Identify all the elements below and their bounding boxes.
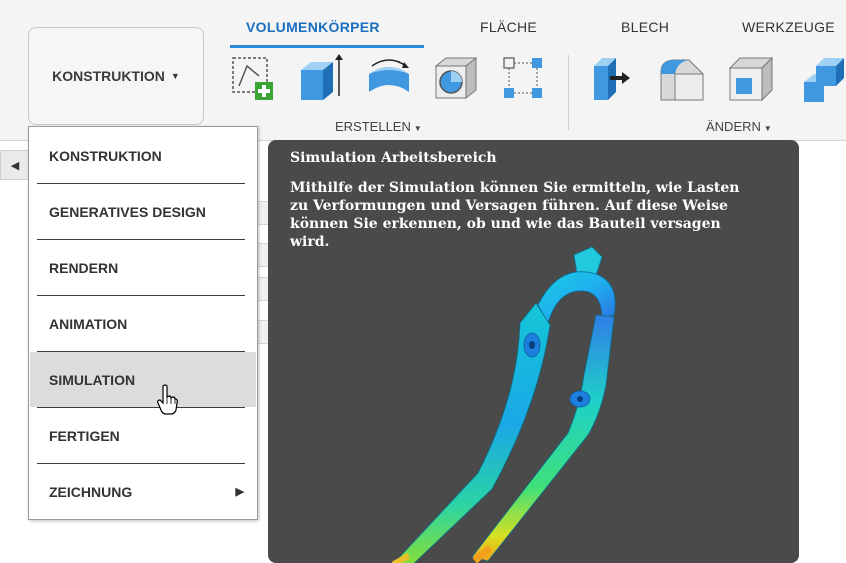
tooltip-title: Simulation Arbeitsbereich bbox=[290, 150, 497, 166]
press-pull-icon[interactable] bbox=[588, 52, 638, 106]
chevron-down-icon: ▼ bbox=[413, 124, 422, 133]
extrude-icon[interactable] bbox=[295, 52, 345, 106]
tooltip-description: Mithilfe der Simulation können Sie ermit… bbox=[290, 180, 740, 250]
menu-item-label: FERTIGEN bbox=[49, 427, 120, 444]
menu-item-label: ZEICHNUNG bbox=[49, 483, 133, 500]
revolve-icon[interactable] bbox=[364, 52, 414, 106]
stress-simulation-fork-image bbox=[391, 246, 616, 563]
tab-werkzeuge[interactable]: WERKZEUGE bbox=[742, 19, 835, 35]
group-aendern-label: ÄNDERN bbox=[706, 119, 761, 134]
combine-icon[interactable] bbox=[794, 52, 844, 106]
active-tab-indicator bbox=[230, 45, 424, 48]
menu-item-simulation[interactable]: SIMULATION bbox=[30, 352, 256, 407]
menu-item-generatives-design[interactable]: GENERATIVES DESIGN bbox=[30, 184, 256, 239]
ribbon-toolbar: KONSTRUKTION ▼ VOLUMENKÖRPER FLÄCHE BLEC… bbox=[0, 0, 846, 141]
hand-cursor-icon bbox=[157, 384, 178, 415]
workspace-tooltip: Simulation Arbeitsbereich Mithilfe der S… bbox=[268, 140, 799, 563]
pattern-icon[interactable] bbox=[498, 52, 548, 106]
workspace-dropdown-menu: KONSTRUKTION GENERATIVES DESIGN RENDERN … bbox=[28, 126, 258, 520]
tab-volumenkoerper[interactable]: VOLUMENKÖRPER bbox=[246, 19, 380, 35]
menu-item-fertigen[interactable]: FERTIGEN bbox=[30, 408, 256, 463]
menu-item-label: KONSTRUKTION bbox=[49, 147, 162, 164]
menu-item-label: RENDERN bbox=[49, 259, 119, 276]
collapse-arrow-icon[interactable]: ◀ bbox=[0, 150, 30, 180]
menu-item-label: GENERATIVES DESIGN bbox=[49, 203, 206, 220]
tab-blech[interactable]: BLECH bbox=[621, 19, 669, 35]
menu-item-zeichnung[interactable]: ZEICHNUNG ▶ bbox=[30, 464, 256, 519]
group-erstellen-label: ERSTELLEN bbox=[335, 119, 411, 134]
group-erstellen[interactable]: ERSTELLEN ▼ bbox=[335, 119, 422, 134]
menu-item-label: SIMULATION bbox=[49, 371, 136, 388]
create-sketch-icon[interactable] bbox=[229, 52, 279, 106]
menu-item-animation[interactable]: ANIMATION bbox=[30, 296, 256, 351]
fillet-icon[interactable] bbox=[657, 52, 707, 106]
chevron-down-icon: ▼ bbox=[170, 71, 180, 81]
menu-item-rendern[interactable]: RENDERN bbox=[30, 240, 256, 295]
chevron-down-icon: ▼ bbox=[763, 124, 772, 133]
workspace-switcher-label: KONSTRUKTION bbox=[52, 68, 165, 84]
tab-flaeche[interactable]: FLÄCHE bbox=[480, 19, 537, 35]
chamfer-icon[interactable] bbox=[726, 52, 776, 106]
group-aendern[interactable]: ÄNDERN ▼ bbox=[706, 119, 772, 134]
hole-icon[interactable] bbox=[432, 52, 482, 106]
menu-item-konstruktion[interactable]: KONSTRUKTION bbox=[30, 128, 256, 183]
workspace-switcher-button[interactable]: KONSTRUKTION ▼ bbox=[28, 27, 204, 125]
chevron-right-icon: ▶ bbox=[235, 486, 244, 498]
menu-item-label: ANIMATION bbox=[49, 315, 128, 332]
group-separator bbox=[568, 55, 569, 130]
